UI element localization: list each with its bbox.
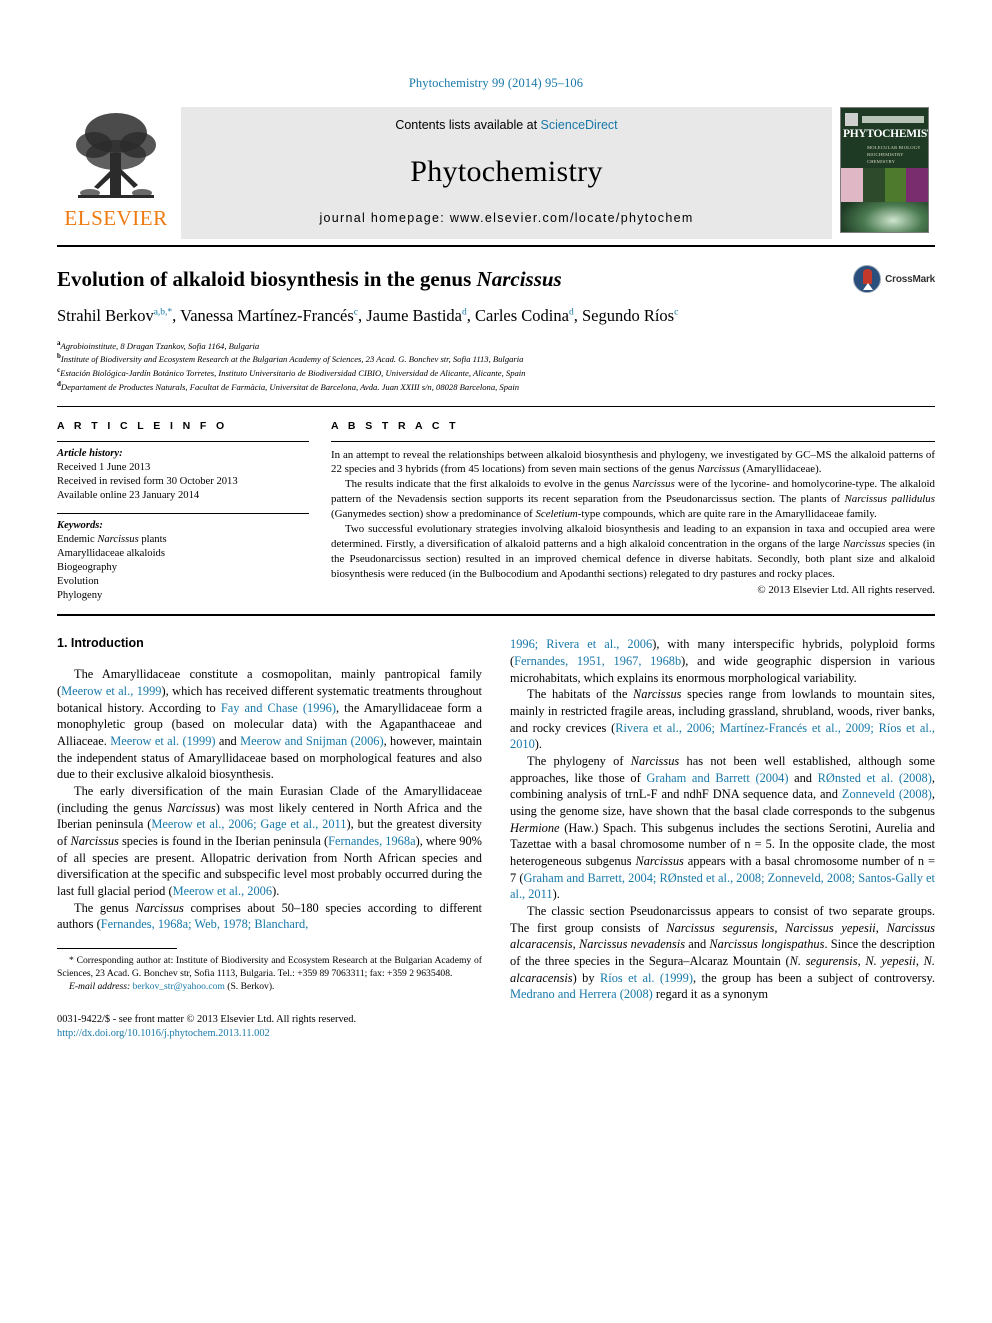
abstract-body: In an attempt to reveal the relationship… (331, 442, 935, 598)
cover-top-strip (841, 108, 928, 128)
issn-line: 0031-9422/$ - see front matter © 2013 El… (57, 1014, 357, 1026)
author-3-affil-marker[interactable]: d (569, 308, 574, 318)
article-history-label: Article history: (57, 447, 123, 459)
body-columns: 1. Introduction The Amaryllidaceae const… (57, 636, 935, 1041)
crossmark-icon (853, 265, 882, 293)
left-paragraph-2: The genus Narcissus comprises about 50–1… (57, 900, 482, 932)
author-2-affil-marker[interactable]: d (462, 308, 467, 318)
abstract-heading: A B S T R A C T (331, 419, 459, 432)
journal-homepage[interactable]: journal homepage: www.elsevier.com/locat… (181, 211, 832, 225)
author-0-affil-marker[interactable]: a,b,* (154, 308, 172, 318)
author-0[interactable]: Strahil Berkov (57, 306, 154, 325)
elsevier-tree-icon (76, 113, 156, 198)
journal-title: Phytochemistry (410, 154, 603, 188)
article-history-0: Received 1 June 2013 (57, 461, 151, 473)
author-2[interactable]: Jaume Bastida (366, 306, 462, 325)
article-info-heading: A R T I C L E I N F O (57, 419, 228, 432)
article-history: Article history: Received 1 June 2013 Re… (57, 442, 309, 503)
corresponding-author-text: * Corresponding author at: Institute of … (57, 955, 482, 980)
keyword-0: Endemic Narcissus plants (57, 533, 167, 545)
section-title-introduction: 1. Introduction (57, 636, 144, 651)
body-column-left: 1. Introduction The Amaryllidaceae const… (57, 636, 482, 1041)
title-genus: Narcissus (476, 267, 562, 291)
cover-subtitle-3: CHEMISTRY (867, 159, 896, 165)
crossmark-badge[interactable]: CrossMark (853, 265, 935, 293)
running-head: Phytochemistry 99 (2014) 95–106 (408, 76, 584, 90)
journal-cover-image: PHYTOCHEMISTRY MOLECULAR BIOLOGY BIOCHEM… (840, 107, 929, 233)
abstract-paragraph-0: In an attempt to reveal the relationship… (331, 448, 935, 476)
keywords-label: Keywords: (57, 519, 103, 531)
right-paragraph-0: 1996; Rivera et al., 2006), with many in… (510, 637, 935, 685)
page-title: Evolution of alkaloid biosynthesis in th… (57, 267, 935, 292)
info-abstract-row: A R T I C L E I N F O Article history: R… (57, 420, 935, 604)
keyword-1: Amaryllidaceae alkaloids (57, 547, 165, 559)
doi-link[interactable]: http://dx.doi.org/10.1016/j.phytochem.20… (57, 1027, 482, 1041)
right-paragraph-1: The habitats of the Narcissus species ra… (510, 687, 936, 752)
cover-subtitle-2: BIOCHEMISTRY (867, 151, 904, 157)
abstract-bottom-divider (57, 614, 935, 617)
journal-band: Contents lists available at ScienceDirec… (181, 107, 832, 239)
paper-page: Phytochemistry 99 (2014) 95–106 ELSEVIER… (0, 0, 992, 1323)
affiliation-1: bInstitute of Biodiversity and Ecosystem… (57, 352, 935, 366)
article-history-2: Available online 23 January 2014 (57, 489, 200, 501)
elsevier-logo: ELSEVIER (57, 107, 175, 239)
cover-image-strip (841, 167, 928, 202)
right-paragraph-2: The phylogeny of Narcissus has not been … (510, 753, 936, 902)
abstract-copyright: © 2013 Elsevier Ltd. All rights reserved… (757, 583, 935, 596)
author-1[interactable]: Vanessa Martínez-Francés (180, 306, 354, 325)
article-info-column: A R T I C L E I N F O Article history: R… (57, 420, 331, 604)
keyword-2: Biogeography (57, 562, 118, 574)
affiliation-2-text: Estación Biológica-Jardín Botánico Torre… (60, 367, 526, 378)
affiliation-0-text: Agrobioinstitute, 8 Dragan Tzankov, Sofi… (60, 340, 260, 351)
email-label: E-mail address: (69, 981, 131, 993)
affiliation-3-text: Departament de Productes Naturals, Facul… (60, 381, 520, 392)
contents-prefix: Contents lists available at (395, 118, 541, 132)
keyword-4: Phylogeny (57, 590, 103, 602)
article-history-1: Received in revised form 30 October 2013 (57, 475, 238, 487)
author-3[interactable]: Carles Codina (475, 306, 569, 325)
keywords-block: Keywords: Endemic Narcissus plants Amary… (57, 514, 309, 603)
journal-masthead: ELSEVIER Contents lists available at Sci… (57, 107, 935, 239)
crossmark-label: CrossMark (885, 273, 935, 285)
author-4[interactable]: Segundo Ríos (582, 306, 674, 325)
affiliation-2: cEstación Biológica-Jardín Botánico Torr… (57, 366, 935, 380)
author-list: Strahil Berkova,b,*, Vanessa Martínez-Fr… (57, 306, 679, 326)
abstract-paragraph-2: Two successful evolutionary strategies i… (331, 523, 935, 580)
affiliation-3: dDepartament de Productes Naturals, Facu… (57, 380, 935, 394)
cover-journal-title: PHYTOCHEMISTRY (843, 128, 928, 140)
cover-elsevier-mark-icon (845, 113, 858, 126)
imprint-block: 0031-9422/$ - see front matter © 2013 El… (57, 1013, 482, 1041)
cover-bar (862, 116, 924, 123)
footnote-rule (57, 948, 177, 950)
cover-glow (841, 201, 928, 232)
author-4-affil-marker[interactable]: c (674, 308, 678, 318)
right-paragraph-3: The classic section Pseudonarcissus appe… (510, 904, 935, 1002)
cover-subtitle-1: MOLECULAR BIOLOGY (867, 144, 921, 150)
body-column-right: 1996; Rivera et al., 2006), with many in… (510, 636, 935, 1041)
email-line: E-mail address: berkov_str@yahoo.com (S.… (57, 980, 482, 993)
affiliation-0: aAgrobioinstitute, 8 Dragan Tzankov, Sof… (57, 339, 935, 353)
left-paragraph-1: The early diversification of the main Eu… (57, 783, 482, 899)
title-block: CrossMark Evolution of alkaloid biosynth… (57, 247, 935, 394)
affiliation-1-text: Institute of Biodiversity and Ecosystem … (60, 354, 524, 365)
abstract-column: A B S T R A C T In an attempt to reveal … (331, 420, 935, 604)
title-divider (57, 405, 935, 407)
keyword-3: Evolution (57, 576, 99, 588)
abstract-paragraph-1: The results indicate that the first alka… (331, 478, 935, 521)
left-paragraph-0: The Amaryllidaceae constitute a cosmopol… (57, 667, 482, 782)
elsevier-wordmark: ELSEVIER (64, 206, 168, 230)
contents-line: Contents lists available at ScienceDirec… (181, 118, 832, 132)
email-address[interactable]: berkov_str@yahoo.com (133, 981, 225, 992)
email-suffix: (S. Berkov). (227, 981, 275, 993)
corresponding-author-note: * Corresponding author at: Institute of … (57, 954, 482, 993)
sciencedirect-link[interactable]: ScienceDirect (541, 118, 618, 132)
journal-cover-block: PHYTOCHEMISTRY MOLECULAR BIOLOGY BIOCHEM… (840, 107, 935, 239)
title-text: Evolution of alkaloid biosynthesis in th… (57, 267, 477, 291)
author-1-affil-marker[interactable]: c (354, 308, 358, 318)
